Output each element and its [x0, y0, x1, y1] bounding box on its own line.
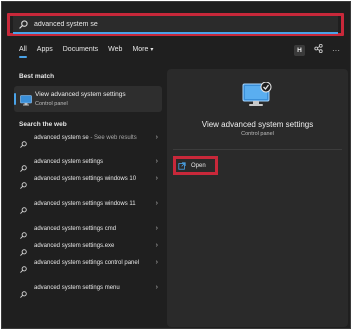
chevron-right-icon[interactable]: ›: [156, 225, 158, 233]
best-match-heading: Best match: [19, 73, 55, 80]
search-icon: [20, 284, 30, 303]
web-result-text: advanced system se: [34, 135, 89, 141]
monitor-check-icon: [20, 93, 32, 111]
tab-web[interactable]: Web: [108, 44, 122, 56]
web-result-text: advanced system settings: [34, 159, 104, 165]
chevron-right-icon[interactable]: ›: [156, 284, 158, 292]
web-result-item[interactable]: advanced system settings windows 10 ›: [14, 175, 162, 200]
preview-subtitle: Control panel: [241, 131, 274, 137]
chevron-down-icon: ▾: [150, 47, 154, 53]
chevron-right-icon[interactable]: ›: [156, 259, 158, 267]
open-button[interactable]: Open: [178, 160, 206, 171]
web-result-suffix: - See web results: [88, 135, 137, 141]
monitor-check-icon: [242, 81, 272, 113]
share-icon[interactable]: [314, 43, 323, 56]
web-result-text: advanced system settings.exe: [34, 243, 115, 249]
web-result-item[interactable]: advanced system settings.exe ›: [14, 242, 162, 259]
chevron-right-icon[interactable]: ›: [156, 134, 158, 142]
tab-apps[interactable]: Apps: [37, 44, 53, 56]
web-results-list: advanced system se - See web results › a…: [14, 134, 162, 301]
web-result-text: advanced system settings menu: [34, 285, 120, 291]
more-options-icon[interactable]: ···: [332, 45, 340, 56]
search-icon: [20, 259, 30, 278]
tab-more-label: More: [132, 46, 149, 53]
preview-title: View advanced system settings: [201, 120, 314, 129]
web-result-item[interactable]: advanced system settings menu ›: [14, 284, 162, 301]
preview-pane: View advanced system settings Control pa…: [167, 69, 348, 327]
search-icon: [19, 19, 29, 29]
chevron-right-icon[interactable]: ›: [156, 200, 158, 208]
search-icon: [20, 200, 30, 219]
web-result-text: advanced system settings windows 11: [34, 201, 136, 207]
web-result-item[interactable]: advanced system settings cmd ›: [14, 225, 162, 242]
search-web-heading: Search the web: [19, 121, 67, 128]
divider: [173, 149, 342, 150]
best-match-subtitle: Control panel: [35, 101, 68, 107]
toolbar-right: H ···: [294, 43, 340, 56]
open-icon: [178, 161, 186, 170]
filter-tabs: All Apps Documents Web More ▾: [19, 44, 163, 58]
search-input[interactable]: [34, 20, 314, 28]
chevron-right-icon[interactable]: ›: [156, 242, 158, 250]
tab-documents[interactable]: Documents: [63, 44, 98, 56]
chevron-right-icon[interactable]: ›: [156, 158, 158, 166]
web-result-text: advanced system settings windows 10: [34, 176, 137, 182]
best-match-title: View advanced system settings: [35, 91, 126, 98]
best-match-result[interactable]: View advanced system settings Control pa…: [14, 86, 162, 112]
web-result-item[interactable]: advanced system settings control panel ›: [14, 259, 162, 284]
web-result-text: advanced system settings control panel: [34, 260, 140, 266]
search-icon: [20, 175, 30, 194]
profile-avatar[interactable]: H: [294, 44, 305, 56]
tab-all[interactable]: All: [19, 44, 27, 58]
start-search-panel: All Apps Documents Web More▾ H ··· Best …: [1, 1, 351, 329]
web-result-item[interactable]: advanced system settings ›: [14, 158, 162, 175]
web-result-text: advanced system settings cmd: [34, 226, 117, 232]
tab-more[interactable]: More ▾: [132, 44, 153, 56]
web-result-item[interactable]: advanced system se - See web results ›: [14, 134, 162, 158]
web-result-item[interactable]: advanced system settings windows 11 ›: [14, 200, 162, 225]
chevron-right-icon[interactable]: ›: [156, 175, 158, 183]
search-bar[interactable]: [13, 16, 338, 34]
search-icon: [20, 134, 30, 153]
open-button-label: Open: [191, 162, 206, 169]
